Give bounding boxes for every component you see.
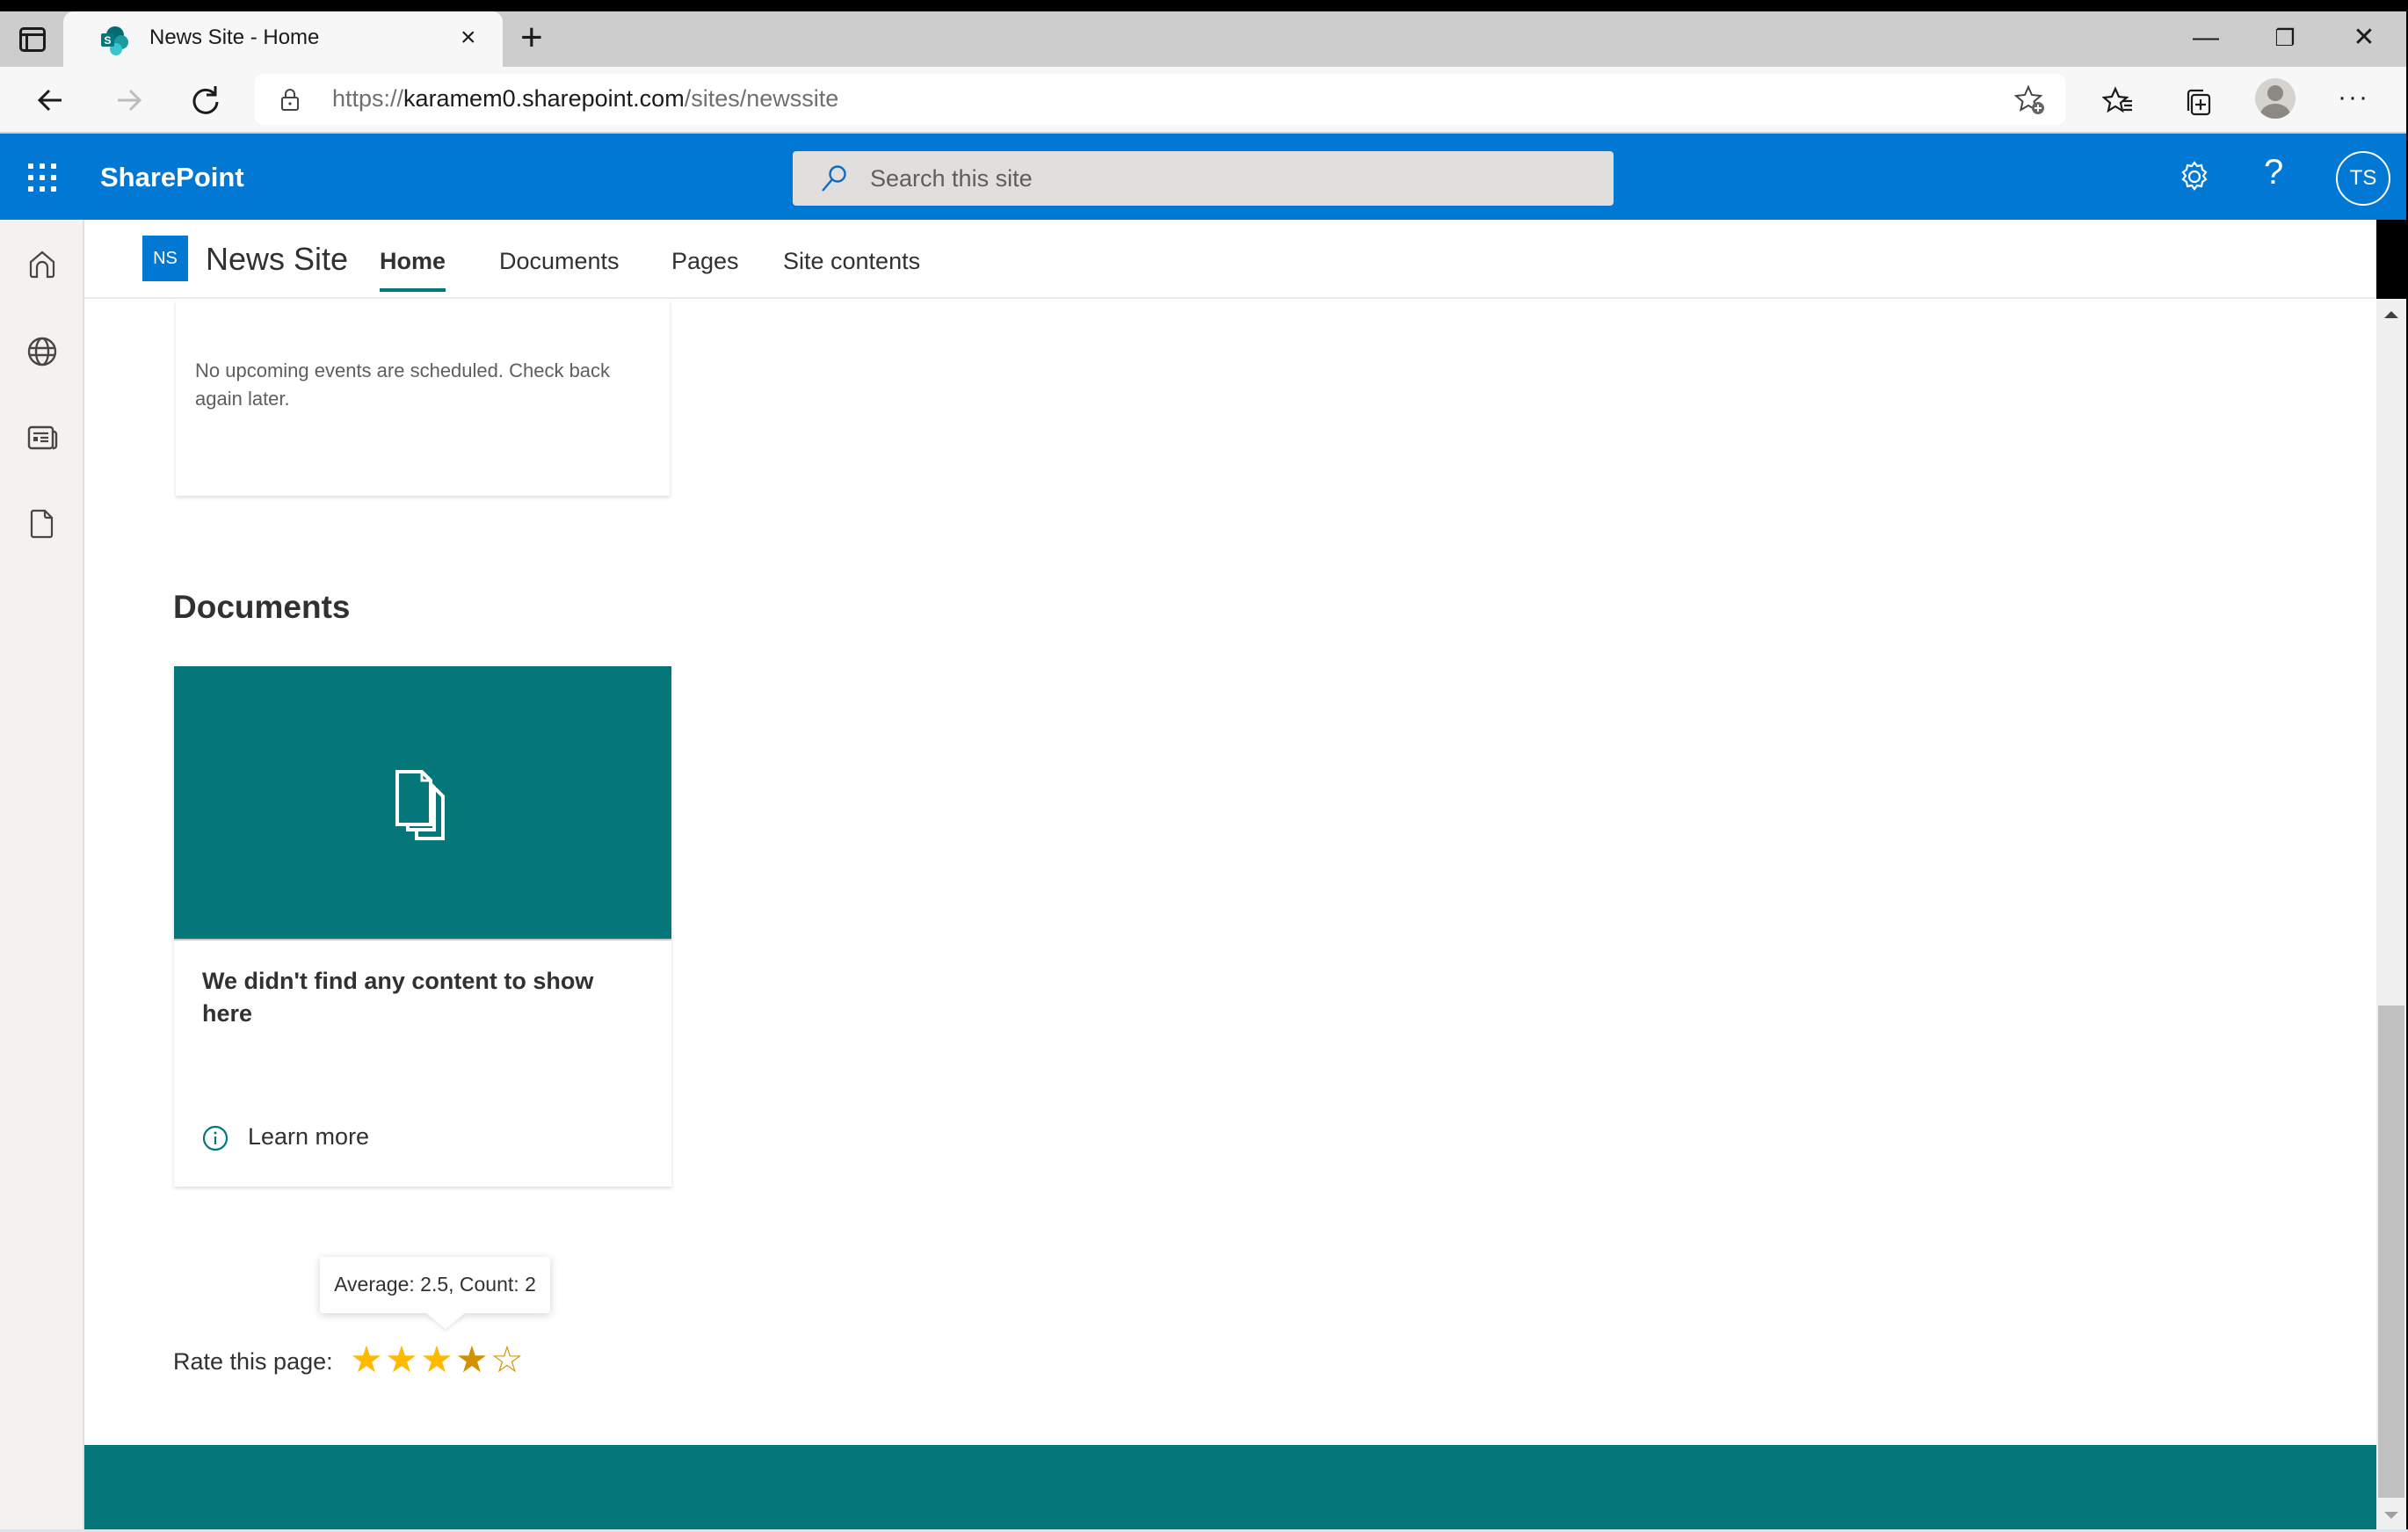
documents-icon	[395, 770, 445, 840]
url-scheme: https://	[332, 85, 404, 112]
tab-news-site[interactable]: S News Site - Home ×	[63, 11, 503, 67]
favorites-icon[interactable]	[2102, 84, 2137, 120]
page-content: No upcoming events are scheduled. Check …	[84, 220, 2376, 1529]
settings-gear-icon[interactable]	[2178, 160, 2211, 193]
tab-strip: S News Site - Home × + — ❐ ✕	[0, 11, 2408, 67]
collections-icon[interactable]	[2180, 84, 2215, 120]
suite-bar: SharePoint Search this site ? TS	[0, 134, 2408, 220]
user-avatar[interactable]: TS	[2336, 151, 2390, 206]
page-scrollbar[interactable]	[2376, 299, 2406, 1529]
refresh-icon[interactable]	[185, 79, 227, 121]
site-search-box[interactable]: Search this site	[793, 151, 1614, 206]
rating-tooltip-text: Average: 2.5, Count: 2	[334, 1273, 536, 1296]
documents-placeholder-banner	[174, 666, 671, 940]
learn-more-label: Learn more	[248, 1123, 370, 1150]
nav-pages[interactable]: Pages	[671, 248, 739, 275]
back-icon[interactable]	[30, 79, 72, 121]
nav-home[interactable]: Home	[380, 248, 446, 292]
new-tab-button[interactable]: +	[520, 18, 543, 57]
events-empty-message: No upcoming events are scheduled. Check …	[195, 359, 611, 410]
events-webpart: No upcoming events are scheduled. Check …	[176, 301, 670, 496]
profile-icon[interactable]	[2255, 78, 2296, 119]
tab-title: News Site - Home	[149, 25, 320, 49]
url-text[interactable]: https://karamem0.sharepoint.com/sites/ne…	[332, 85, 838, 113]
restore-button[interactable]: ❐	[2259, 20, 2311, 55]
news-icon[interactable]	[26, 422, 58, 454]
window-top-edge	[0, 0, 2408, 11]
rating-label: Rate this page:	[173, 1348, 333, 1375]
app-launcher-icon[interactable]	[28, 163, 56, 192]
browser-toolbar: https://karamem0.sharepoint.com/sites/ne…	[0, 67, 2408, 134]
documents-webpart: We didn't find any content to show here …	[174, 666, 671, 1187]
help-button[interactable]: ?	[2264, 153, 2283, 192]
forward-icon[interactable]	[107, 79, 149, 121]
close-window-button[interactable]: ✕	[2338, 20, 2390, 55]
rating-star-2[interactable]: ★	[384, 1341, 419, 1378]
minimize-button[interactable]: —	[2180, 20, 2232, 55]
more-icon[interactable]: ···	[2338, 83, 2369, 113]
svg-text:S: S	[104, 34, 111, 47]
rating-star-4[interactable]: ★	[454, 1341, 490, 1378]
globe-icon[interactable]	[26, 336, 58, 367]
rating-stars: ★★★★☆	[349, 1341, 525, 1378]
rating-tooltip: Average: 2.5, Count: 2	[320, 1257, 550, 1313]
home-icon[interactable]	[26, 248, 58, 280]
rating-star-5[interactable]: ☆	[490, 1341, 525, 1378]
add-favorite-icon[interactable]	[2014, 84, 2046, 116]
documents-heading: Documents	[173, 589, 351, 625]
file-icon[interactable]	[26, 508, 58, 540]
search-icon	[822, 165, 846, 192]
rating-star-1[interactable]: ★	[349, 1341, 384, 1378]
site-logo[interactable]: NS	[142, 236, 188, 281]
search-placeholder: Search this site	[870, 165, 1033, 192]
rating-star-3[interactable]: ★	[419, 1341, 454, 1378]
tab-actions-icon[interactable]	[19, 27, 46, 52]
site-title[interactable]: News Site	[206, 241, 348, 278]
app-bar	[0, 220, 84, 1529]
url-path: /sites/newssite	[684, 85, 839, 112]
url-host: karamem0.sharepoint.com	[403, 85, 685, 112]
tab-close-button[interactable]: ×	[461, 22, 476, 54]
scroll-down-arrow-icon[interactable]	[2384, 1512, 2398, 1519]
lock-icon[interactable]	[281, 88, 299, 111]
scroll-thumb[interactable]	[2378, 1006, 2404, 1498]
site-header: NS News Site Home Documents Pages Site c…	[84, 220, 2376, 299]
scroll-up-arrow-icon[interactable]	[2384, 311, 2398, 318]
sharepoint-favicon-icon: S	[101, 26, 128, 55]
documents-empty-message: We didn't find any content to show here	[202, 968, 594, 1027]
nav-documents[interactable]: Documents	[499, 248, 620, 275]
site-footer	[84, 1445, 2376, 1529]
nav-site-contents[interactable]: Site contents	[783, 248, 920, 275]
address-bar[interactable]: https://karamem0.sharepoint.com/sites/ne…	[255, 74, 2065, 125]
info-icon	[202, 1125, 228, 1151]
sharepoint-brand-link[interactable]: SharePoint	[100, 162, 244, 193]
